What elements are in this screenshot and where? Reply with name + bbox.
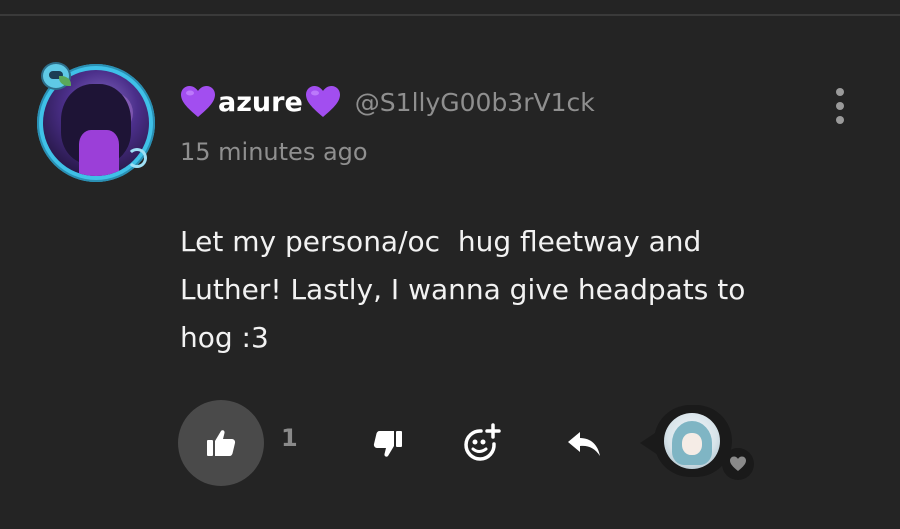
dislike-button[interactable]: [368, 424, 408, 464]
purple-heart-icon: [305, 86, 340, 117]
thumbs-up-icon: [207, 430, 236, 456]
thumbs-down-icon: [373, 431, 402, 457]
add-reaction-icon: [464, 423, 501, 461]
heart-icon: [730, 456, 746, 472]
comment-timestamp: 15 minutes ago: [180, 138, 368, 166]
replier-avatar[interactable]: [664, 413, 720, 469]
more-options-button[interactable]: [826, 86, 854, 126]
add-reaction-button[interactable]: [458, 420, 504, 466]
comment-header: azure @S1llyG00b3rV1ck: [180, 80, 595, 124]
comment-body: Let my persona/oc hug fleetway and Luthe…: [180, 225, 746, 354]
like-button[interactable]: [178, 400, 264, 486]
purple-heart-icon: [181, 86, 215, 117]
reply-button[interactable]: [562, 424, 606, 464]
reply-preview[interactable]: [640, 405, 734, 477]
author-handle[interactable]: @S1llyG00b3rV1ck: [355, 88, 595, 117]
frame-swirl-icon: [127, 148, 147, 168]
like-count: 1: [281, 424, 298, 452]
liked-by-author-badge: [722, 448, 754, 480]
author-display-name[interactable]: azure: [218, 87, 303, 118]
reply-arrow-icon: [568, 432, 600, 456]
author-avatar[interactable]: [37, 62, 155, 182]
vertical-dots-icon: [836, 88, 844, 96]
comment-card: azure @S1llyG00b3rV1ck 15 minutes ago Le…: [0, 0, 900, 529]
